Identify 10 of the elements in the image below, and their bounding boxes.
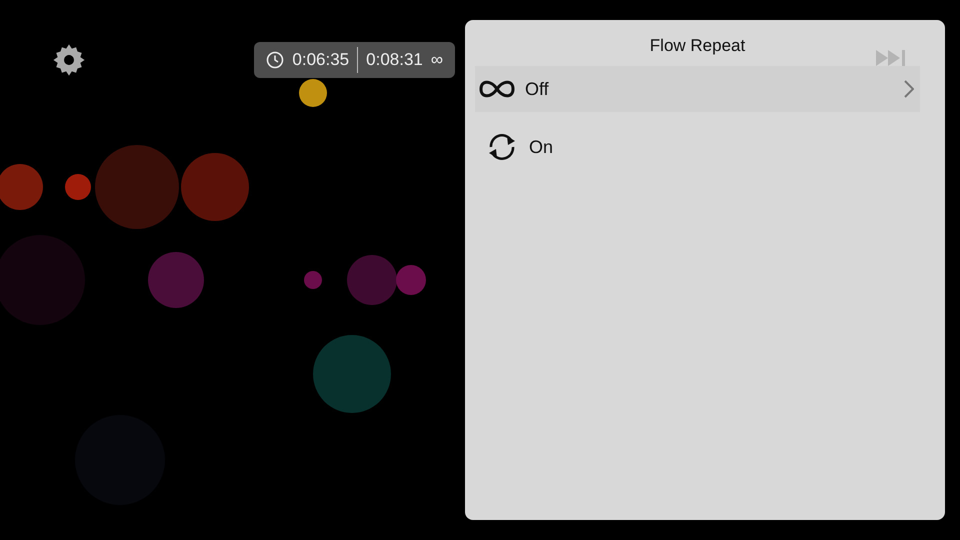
total-duration: 0:08:31 [366, 50, 423, 70]
settings-icon[interactable] [52, 43, 86, 77]
clock-icon [266, 51, 284, 69]
repeat-option[interactable]: On [475, 124, 920, 170]
panel-title: Flow Repeat [650, 36, 746, 56]
repeat-option[interactable]: Off [475, 66, 920, 112]
elapsed-time: 0:06:35 [292, 50, 350, 70]
loop-symbol: ∞ [430, 50, 443, 70]
infinity-icon [477, 78, 517, 100]
chevron-right-icon [904, 80, 914, 98]
